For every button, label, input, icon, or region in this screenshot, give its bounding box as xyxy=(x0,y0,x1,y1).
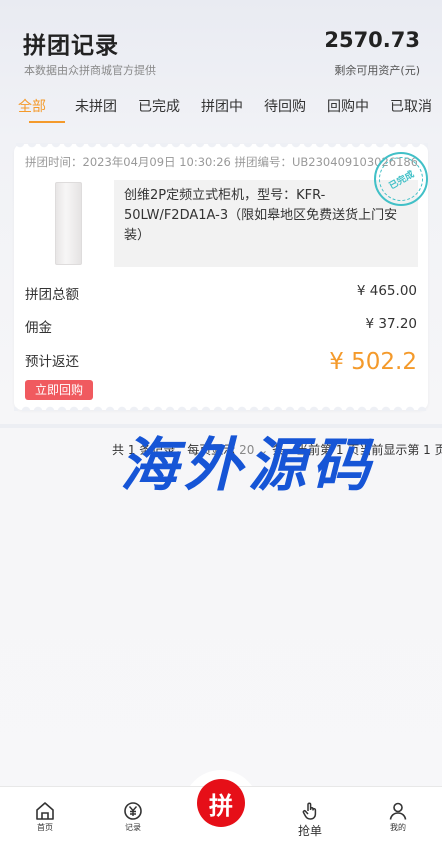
tap-hand-icon xyxy=(302,802,317,820)
card-scallop-top xyxy=(14,143,428,149)
tab-all[interactable]: 全部 xyxy=(18,96,46,116)
total-value: ¥ 465.00 xyxy=(356,283,417,299)
tab-completed[interactable]: 已完成 xyxy=(138,96,180,116)
nav-home[interactable]: 首页 xyxy=(20,801,70,833)
active-tab-indicator xyxy=(29,121,65,123)
product-title: 创维2P定频立式柜机，型号：KFR-50LW/F2DA1A-3（限如皋地区免费送… xyxy=(124,188,398,243)
order-card[interactable]: 拼团时间：2023年04月09日 10:30:26 拼团编号：UB2304091… xyxy=(14,143,432,411)
tab-not-grouped[interactable]: 未拼团 xyxy=(75,96,117,116)
refund-label: 预计返还 xyxy=(25,354,79,370)
user-icon xyxy=(389,802,407,820)
nav-grab[interactable]: 抢单 xyxy=(285,801,335,839)
nav-records[interactable]: 记录 xyxy=(108,801,158,833)
nav-mine[interactable]: 我的 xyxy=(373,801,423,833)
nav-mine-label: 我的 xyxy=(390,823,406,832)
status-tabs: 全部 未拼团 已完成 拼团中 待回购 回购中 已取消 xyxy=(0,92,442,126)
yuan-circle-icon xyxy=(124,802,142,820)
buyback-button[interactable]: 立即回购 xyxy=(25,380,93,400)
tab-pending-buyback[interactable]: 待回购 xyxy=(264,96,306,116)
balance-label: 剩余可用资产(元) xyxy=(334,64,420,77)
home-icon xyxy=(36,802,54,820)
tab-cancelled[interactable]: 已取消 xyxy=(390,96,432,116)
product-info[interactable]: 创维2P定频立式柜机，型号：KFR-50LW/F2DA1A-3（限如皋地区免费送… xyxy=(24,180,418,267)
order-meta: 拼团时间：2023年04月09日 10:30:26 拼团编号：UB2304091… xyxy=(25,155,417,169)
total-label: 拼团总额 xyxy=(25,287,79,303)
tab-buying-back[interactable]: 回购中 xyxy=(327,96,369,116)
commission-value: ¥ 37.20 xyxy=(365,316,417,332)
tab-in-progress[interactable]: 拼团中 xyxy=(201,96,243,116)
air-conditioner-image xyxy=(55,182,82,265)
nav-grab-label: 抢单 xyxy=(297,824,322,838)
page-subtitle: 本数据由众拼商城官方提供 xyxy=(24,64,156,77)
commission-label: 佣金 xyxy=(25,320,52,336)
product-image xyxy=(24,180,114,267)
pin-icon: 拼 xyxy=(209,791,233,820)
nav-records-label: 记录 xyxy=(125,823,141,832)
completed-stamp-icon: 已完成 xyxy=(370,148,432,210)
watermark: 海外源码 xyxy=(120,431,377,499)
group-buy-button[interactable]: 拼 xyxy=(197,779,245,827)
card-scallop-bottom xyxy=(14,405,428,411)
refund-value: ¥ 502.2 xyxy=(329,349,417,375)
balance-amount: 2570.73 xyxy=(324,28,420,52)
page-title: 拼团记录 xyxy=(23,33,119,59)
nav-home-label: 首页 xyxy=(37,823,53,832)
